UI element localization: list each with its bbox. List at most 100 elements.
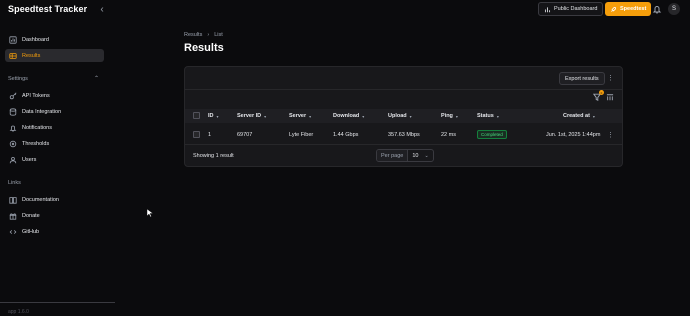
speedtest-button[interactable]: Speedtest	[605, 2, 652, 16]
sidebar-item-dashboard[interactable]: Dashboard	[5, 33, 104, 46]
column-label: ID	[208, 113, 214, 119]
gift-icon	[9, 212, 17, 220]
breadcrumb: Results › List	[184, 32, 223, 38]
key-icon	[9, 92, 17, 99]
users-icon	[9, 156, 17, 163]
per-page-select[interactable]: Per page 10 ⌄	[376, 149, 434, 162]
sidebar-item-donate[interactable]: Donate	[5, 209, 104, 222]
cell-server: Lyte Fiber	[289, 132, 314, 138]
table-icon	[9, 52, 17, 59]
sidebar-item-api-tokens[interactable]: API Tokens	[5, 89, 104, 102]
column-header-status[interactable]: Status ▾	[477, 113, 499, 119]
app-title[interactable]: Speedtest Tracker	[8, 4, 87, 14]
sidebar-item-label: Thresholds	[22, 140, 50, 147]
sidebar-item-label: Results	[22, 52, 41, 59]
chart-bar-icon	[9, 35, 17, 44]
export-results-button[interactable]: Export results	[559, 72, 605, 85]
column-header-upload[interactable]: Upload ▾	[388, 113, 412, 119]
cell-download: 1.44 Gbps	[333, 132, 359, 138]
settings-section-label[interactable]: Settings	[8, 76, 28, 82]
sidebar-item-data-integration[interactable]: Data Integration	[5, 105, 104, 118]
sidebar-item-label: API Tokens	[22, 92, 50, 99]
select-all-checkbox[interactable]	[193, 112, 200, 119]
bell-icon	[9, 125, 17, 132]
chevron-down-icon: ▾	[496, 113, 499, 119]
breadcrumb-current: List	[214, 32, 223, 38]
sidebar-item-thresholds[interactable]: Thresholds	[5, 137, 104, 150]
sidebar-item-github[interactable]: GitHub	[5, 225, 104, 238]
notifications-bell-icon[interactable]	[652, 4, 662, 14]
avatar[interactable]: S	[668, 3, 680, 15]
chevron-down-icon: ▾	[309, 113, 312, 119]
column-label: Ping	[441, 113, 453, 119]
column-header-download[interactable]: Download ▾	[333, 113, 364, 119]
book-icon	[9, 196, 17, 204]
sidebar-divider	[0, 302, 115, 303]
row-actions-icon[interactable]: ⋮	[607, 131, 614, 139]
column-header-server[interactable]: Server ▾	[289, 113, 311, 119]
sidebar-item-label: Data Integration	[22, 108, 62, 115]
sidebar-item-label: Users	[22, 156, 37, 163]
collapse-sidebar-icon[interactable]: ‹	[96, 3, 108, 15]
table-header: ID ▾ Server ID ▾ Server ▾ Download ▾ Upload ▾…	[185, 109, 622, 123]
cell-created-at: Jun. 1st, 2025 1:44pm	[546, 132, 601, 138]
chevron-down-icon: ⌄	[424, 152, 429, 159]
chevron-right-icon: ›	[207, 32, 210, 38]
column-label: Server	[289, 113, 307, 119]
chevron-down-icon: ▾	[592, 113, 595, 119]
column-label: Download	[333, 113, 360, 119]
per-page-label: Per page	[377, 150, 409, 161]
page-title: Results	[184, 42, 224, 54]
sidebar-item-users[interactable]: Users	[5, 153, 104, 166]
column-label: Upload	[388, 113, 407, 119]
sidebar: Dashboard Results Settings ⌃ API Tokens …	[0, 20, 115, 316]
column-header-ping[interactable]: Ping ▾	[441, 113, 458, 119]
chevron-down-icon: ▾	[362, 113, 365, 119]
card-divider	[185, 144, 622, 145]
mouse-cursor-icon	[147, 209, 153, 217]
more-actions-icon[interactable]: ⋮	[607, 74, 614, 82]
public-dashboard-label: Public Dashboard	[554, 6, 598, 12]
chevron-up-icon[interactable]: ⌃	[94, 75, 99, 82]
results-table-card: Export results ⋮ 0 ID ▾ Server ID ▾ Server…	[184, 66, 623, 167]
pagination-summary: Showing 1 result	[193, 153, 234, 159]
per-page-value: 10	[412, 152, 419, 159]
code-icon	[9, 229, 17, 234]
cell-server-id: 69707	[237, 132, 253, 138]
adjustments-icon	[9, 140, 17, 147]
sidebar-item-documentation[interactable]: Documentation	[5, 193, 104, 206]
sidebar-item-label: GitHub	[22, 228, 40, 235]
row-checkbox[interactable]	[193, 131, 200, 138]
links-section-label: Links	[8, 180, 21, 186]
column-header-created-at[interactable]: Created at ▾	[563, 113, 595, 119]
filter-count-badge: 0	[599, 90, 604, 95]
sidebar-item-label: Notifications	[22, 124, 52, 131]
sidebar-item-notifications[interactable]: Notifications	[5, 121, 104, 134]
status-badge: Completed	[477, 130, 507, 139]
sidebar-item-results[interactable]: Results	[5, 49, 104, 62]
column-header-server-id[interactable]: Server ID ▾	[237, 113, 266, 119]
chart-bar-icon	[544, 6, 551, 12]
column-label: Server ID	[237, 113, 262, 119]
card-divider	[185, 89, 622, 90]
sidebar-item-label: Donate	[22, 212, 40, 219]
database-icon	[9, 107, 17, 116]
cell-upload: 357.63 Mbps	[388, 132, 420, 138]
cell-id: 1	[208, 132, 212, 138]
sidebar-item-label: Documentation	[22, 196, 59, 203]
column-label: Status	[477, 113, 494, 119]
breadcrumb-results-link[interactable]: Results	[184, 32, 202, 38]
columns-icon[interactable]	[606, 94, 614, 101]
public-dashboard-button[interactable]: Public Dashboard	[538, 2, 604, 16]
column-label: Created at	[563, 113, 590, 119]
per-page-value-wrap[interactable]: 10 ⌄	[408, 150, 432, 161]
sidebar-item-label: Dashboard	[22, 36, 49, 43]
chevron-down-icon: ▾	[409, 113, 412, 119]
speedtest-label: Speedtest	[620, 6, 647, 12]
chevron-down-icon: ▾	[216, 113, 219, 119]
column-header-id[interactable]: ID ▾	[208, 113, 219, 119]
cell-ping: 22 ms	[441, 132, 456, 138]
app-version: app 1.6.0	[8, 309, 29, 315]
chevron-down-icon: ▾	[455, 113, 458, 119]
top-bar: Speedtest Tracker ‹ Public Dashboard Spe…	[0, 0, 690, 20]
